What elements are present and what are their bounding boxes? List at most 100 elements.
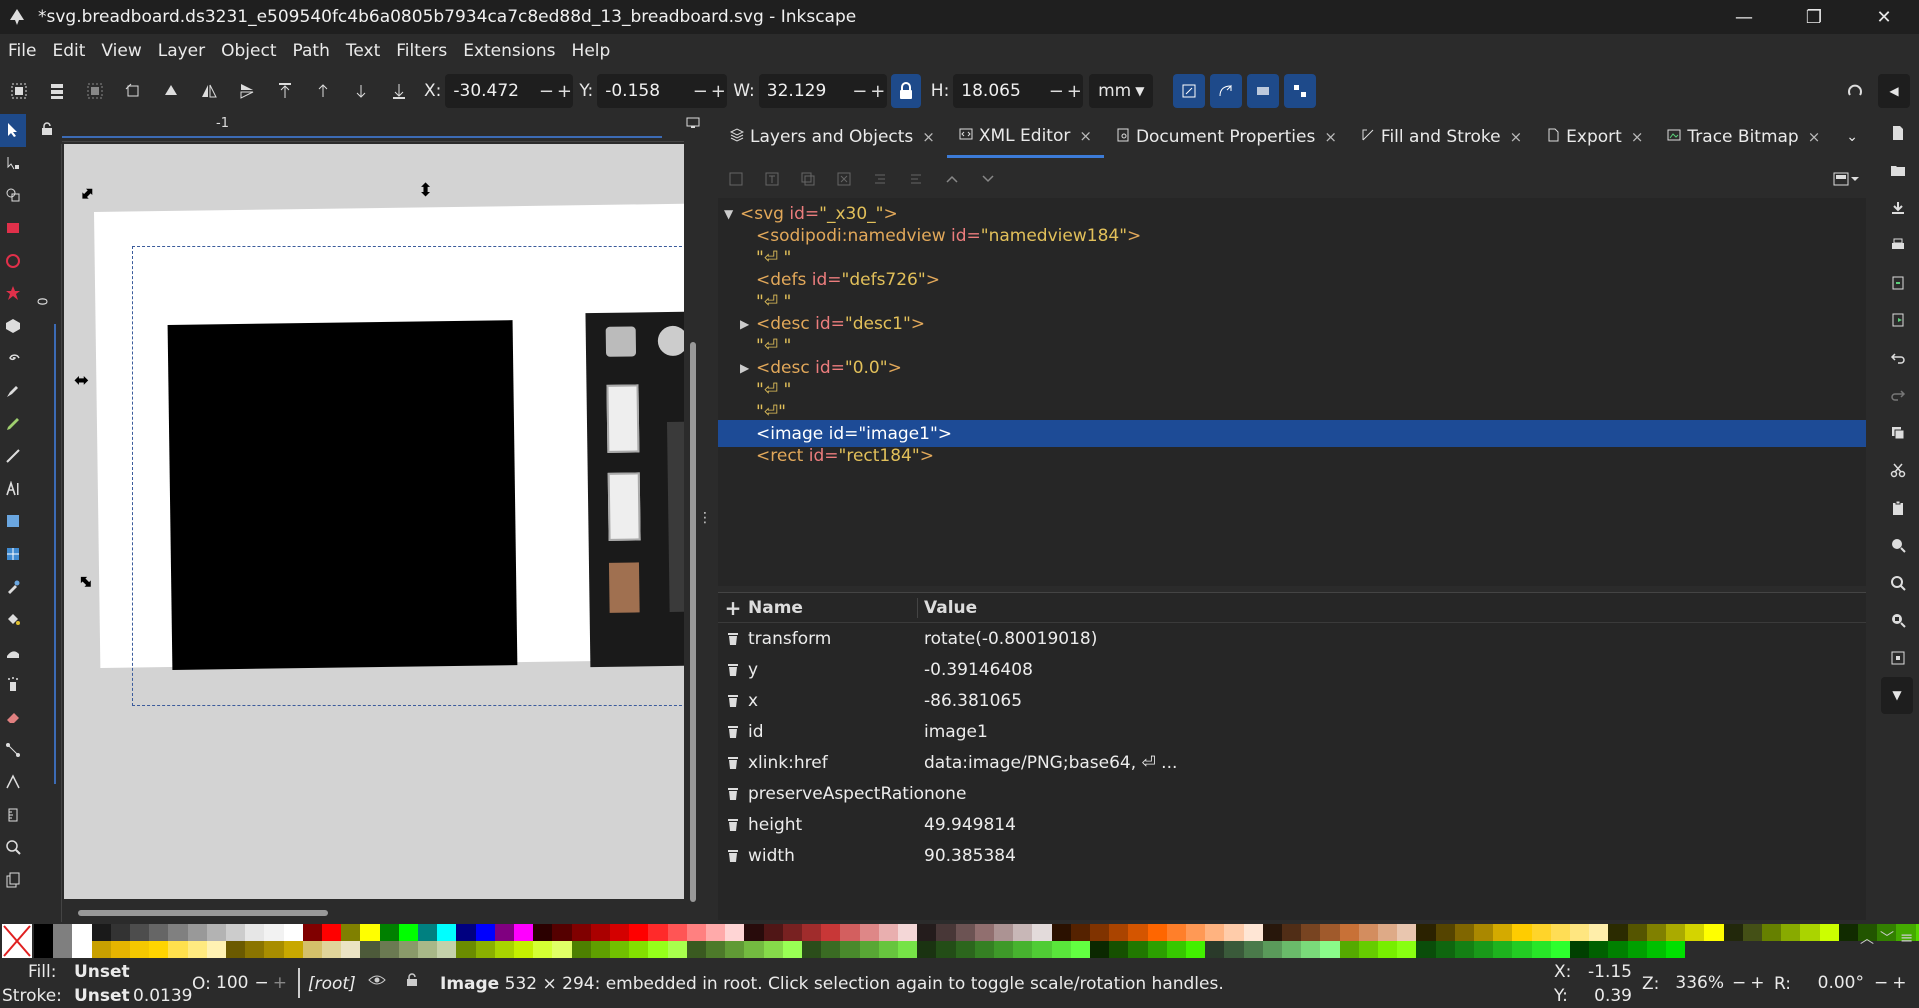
close-icon[interactable]: × bbox=[922, 128, 935, 146]
color-swatch[interactable] bbox=[206, 924, 226, 941]
cut-button[interactable] bbox=[1876, 452, 1919, 490]
color-swatch[interactable] bbox=[1262, 924, 1282, 941]
horizontal-ruler[interactable]: -1 bbox=[62, 114, 684, 142]
color-swatch[interactable] bbox=[533, 924, 553, 941]
color-swatch[interactable] bbox=[1666, 924, 1686, 941]
lock-ratio-button[interactable] bbox=[890, 74, 921, 108]
deselect-button[interactable] bbox=[76, 72, 114, 110]
opacity-increment[interactable]: + bbox=[273, 973, 287, 993]
attribute-name[interactable]: height bbox=[748, 815, 918, 835]
color-swatch[interactable] bbox=[1589, 924, 1609, 941]
calligraphy-tool[interactable] bbox=[0, 440, 26, 473]
expander-closed-icon[interactable]: ▶ bbox=[740, 361, 749, 375]
color-swatch[interactable] bbox=[1608, 924, 1628, 941]
color-swatch[interactable] bbox=[398, 941, 418, 958]
color-swatch[interactable] bbox=[1474, 941, 1494, 958]
color-swatch[interactable] bbox=[1224, 924, 1244, 941]
color-swatch[interactable] bbox=[1109, 924, 1129, 941]
color-swatch[interactable] bbox=[1301, 941, 1321, 958]
attribute-row[interactable]: id image1 bbox=[718, 716, 1866, 747]
opacity-spinbox[interactable]: 100 − + bbox=[216, 968, 288, 998]
close-icon[interactable]: × bbox=[1631, 128, 1644, 146]
new-text-node-button[interactable] bbox=[754, 164, 790, 194]
color-swatch[interactable] bbox=[725, 924, 745, 941]
color-swatch[interactable] bbox=[590, 941, 610, 958]
spray-tool[interactable] bbox=[0, 668, 26, 701]
delete-node-button[interactable] bbox=[826, 164, 862, 194]
color-swatch[interactable] bbox=[1589, 941, 1609, 958]
raise-to-top-button[interactable] bbox=[266, 72, 304, 110]
fill-value[interactable]: Unset bbox=[74, 962, 130, 982]
color-swatch[interactable] bbox=[360, 924, 380, 941]
color-swatch[interactable] bbox=[1435, 924, 1455, 941]
color-swatch[interactable] bbox=[802, 924, 822, 941]
x-spinbox[interactable]: -30.472 − + bbox=[445, 74, 574, 108]
menu-file[interactable]: File bbox=[0, 41, 44, 61]
color-swatch[interactable] bbox=[1915, 924, 1919, 941]
color-swatch[interactable] bbox=[1032, 941, 1052, 958]
menu-object[interactable]: Object bbox=[213, 41, 284, 61]
select-all-layers-button[interactable] bbox=[38, 72, 76, 110]
trash-icon[interactable] bbox=[718, 849, 748, 863]
trash-icon[interactable] bbox=[718, 725, 748, 739]
gradient-tool[interactable] bbox=[0, 505, 26, 538]
color-swatch[interactable] bbox=[1301, 924, 1321, 941]
w-value[interactable]: 32.129 bbox=[767, 81, 851, 101]
minimize-button[interactable]: — bbox=[1709, 0, 1779, 34]
zoom-center-page-button[interactable] bbox=[1876, 639, 1919, 677]
save-button[interactable] bbox=[1876, 189, 1919, 227]
attribute-row[interactable]: y -0.39146408 bbox=[718, 654, 1866, 685]
color-swatch[interactable] bbox=[226, 924, 246, 941]
import-button[interactable] bbox=[1876, 264, 1919, 302]
color-swatch[interactable] bbox=[437, 924, 457, 941]
attribute-row[interactable]: height 49.949814 bbox=[718, 809, 1866, 840]
zoom-decrement[interactable]: − bbox=[1732, 973, 1746, 993]
attribute-row[interactable]: preserveAspectRatio none bbox=[718, 778, 1866, 809]
new-document-button[interactable] bbox=[1876, 114, 1919, 152]
color-swatch[interactable] bbox=[264, 941, 284, 958]
y-spinbox[interactable]: -0.158 − + bbox=[597, 74, 728, 108]
color-swatch[interactable] bbox=[418, 941, 438, 958]
xml-node-tree[interactable]: ▼ <svg id="_x30_"> <sodipodi:namedview i… bbox=[718, 198, 1866, 586]
rectangle-tool[interactable] bbox=[0, 212, 26, 245]
color-swatch[interactable] bbox=[245, 924, 265, 941]
color-swatch[interactable] bbox=[514, 924, 534, 941]
panel-resize-handle-icon[interactable]: ⋮ bbox=[698, 510, 712, 526]
open-button[interactable] bbox=[1876, 152, 1919, 190]
new-element-node-button[interactable] bbox=[718, 164, 754, 194]
color-swatch[interactable] bbox=[110, 941, 130, 958]
horizontal-scrollbar[interactable] bbox=[78, 910, 328, 916]
copy-button[interactable] bbox=[1876, 414, 1919, 452]
color-swatch[interactable] bbox=[1416, 924, 1436, 941]
w-decrement[interactable]: − bbox=[851, 81, 869, 102]
units-dropdown[interactable]: mm ▼ bbox=[1089, 74, 1154, 108]
rotate-90-cw-button[interactable] bbox=[152, 72, 190, 110]
eye-icon[interactable] bbox=[368, 972, 386, 992]
zoom-page-button[interactable] bbox=[1876, 602, 1919, 640]
color-swatch[interactable] bbox=[187, 924, 207, 941]
color-swatch[interactable] bbox=[418, 924, 438, 941]
stroke-width-value[interactable]: 0.0139 bbox=[133, 986, 192, 1006]
menu-extensions[interactable]: Extensions bbox=[455, 41, 563, 61]
attribute-value[interactable]: 49.949814 bbox=[918, 815, 1866, 835]
color-swatch[interactable] bbox=[1666, 941, 1686, 958]
color-swatch[interactable] bbox=[53, 924, 73, 958]
no-paint-swatch[interactable] bbox=[2, 924, 32, 958]
y-increment[interactable]: + bbox=[709, 81, 727, 102]
color-swatch[interactable] bbox=[1186, 941, 1206, 958]
color-swatch[interactable] bbox=[283, 941, 303, 958]
color-swatch[interactable] bbox=[667, 924, 687, 941]
scale-handle-nw-icon[interactable]: ⬍ bbox=[74, 182, 100, 208]
selector-tool[interactable] bbox=[0, 114, 26, 147]
mesh-tool[interactable] bbox=[0, 538, 26, 571]
color-swatch[interactable] bbox=[1166, 941, 1186, 958]
raise-node-button[interactable] bbox=[934, 164, 970, 194]
attribute-value[interactable]: image1 bbox=[918, 722, 1866, 742]
color-swatch[interactable] bbox=[1474, 924, 1494, 941]
color-swatch[interactable] bbox=[226, 941, 246, 958]
color-swatch[interactable] bbox=[437, 941, 457, 958]
attribute-name[interactable]: id bbox=[748, 722, 918, 742]
spiral-tool[interactable] bbox=[0, 342, 26, 375]
rotate-90-ccw-button[interactable] bbox=[114, 72, 152, 110]
color-swatch[interactable] bbox=[130, 941, 150, 958]
